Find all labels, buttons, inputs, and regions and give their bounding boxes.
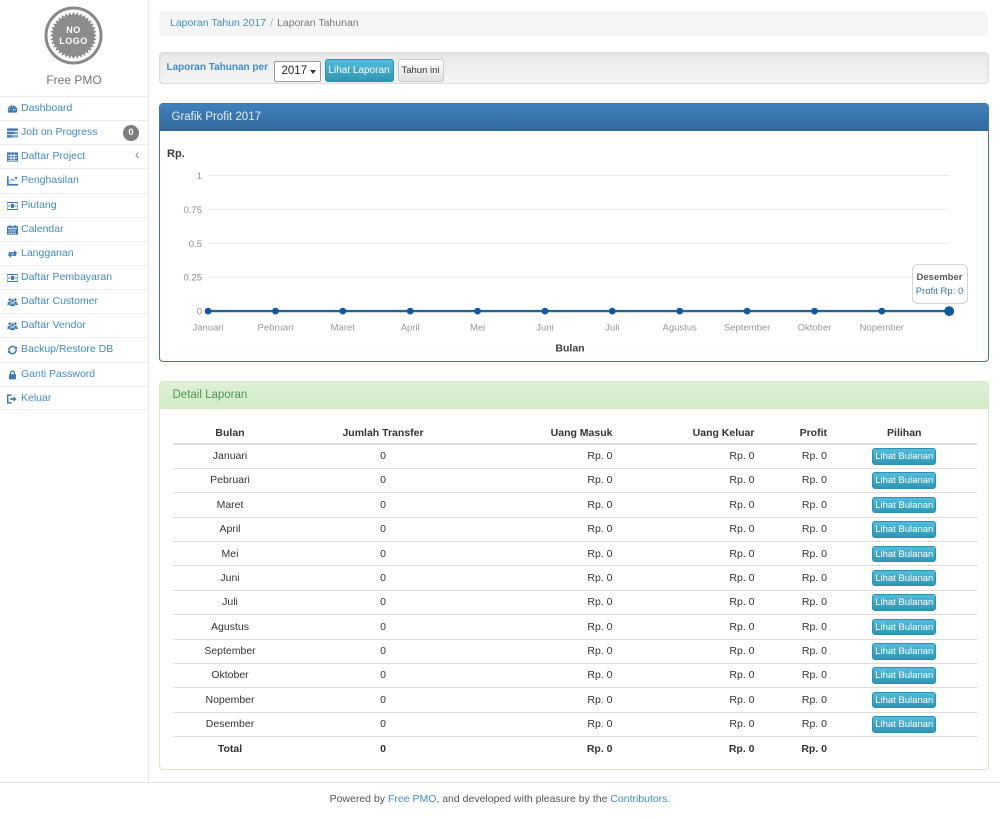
svg-text:September: September [723, 323, 769, 334]
svg-text:Januari: Januari [192, 323, 223, 334]
svg-text:LOGO: LOGO [59, 36, 88, 46]
svg-text:0.5: 0.5 [188, 239, 201, 250]
svg-text:0.75: 0.75 [183, 205, 202, 216]
svg-text:Juli: Juli [605, 323, 619, 334]
svg-text:0.25: 0.25 [183, 273, 202, 284]
svg-text:Agustus: Agustus [662, 323, 697, 334]
svg-text:Oktober: Oktober [797, 323, 831, 334]
svg-text:Bulan: Bulan [555, 343, 584, 355]
svg-text:Juni: Juni [536, 323, 553, 334]
svg-text:Rp.: Rp. [167, 148, 185, 160]
svg-text:1: 1 [196, 171, 201, 182]
svg-text:Nopember: Nopember [859, 323, 903, 334]
svg-text:Maret: Maret [330, 323, 355, 334]
svg-text:Pebruari: Pebruari [257, 323, 293, 334]
svg-text:0: 0 [196, 307, 201, 318]
svg-text:Mei: Mei [469, 323, 484, 334]
svg-text:April: April [400, 323, 419, 334]
svg-text:NO: NO [66, 25, 81, 35]
